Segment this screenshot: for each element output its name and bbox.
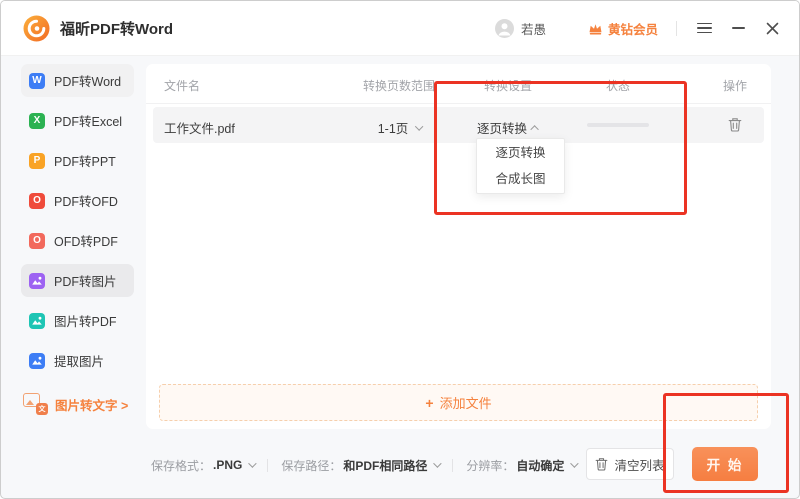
username[interactable]: 若愚 [521, 19, 546, 38]
image-to-text-icon: 文 [23, 393, 48, 415]
ofd2pdf-badge-icon: O [29, 233, 45, 249]
word-badge-icon: W [29, 73, 45, 89]
trash-icon [728, 117, 742, 132]
file-list-panel: 文件名 转换页数范围 转换设置 状态 操作 工作文件.pdf 1-1页 逐页转换… [146, 64, 771, 429]
ppt-badge-icon: P [29, 153, 45, 169]
sidebar-link-image-to-text[interactable]: 文 图片转文字 > [21, 393, 134, 415]
close-button[interactable] [761, 17, 783, 39]
chevron-up-icon [530, 125, 538, 133]
save-path-value: 和PDF相同路径 [343, 457, 427, 474]
column-status: 状态 [606, 77, 630, 94]
divider [267, 459, 268, 472]
plus-icon: + [425, 395, 433, 411]
excel-badge-icon: X [29, 113, 45, 129]
sidebar: W PDF转Word X PDF转Excel P PDF转PPT O PDF转O… [21, 64, 134, 415]
column-convert-setting: 转换设置 [484, 77, 532, 94]
minimize-button[interactable] [727, 17, 749, 39]
sidebar-item-pdf-to-word[interactable]: W PDF转Word [21, 64, 134, 97]
resolution-label: 分辨率： [466, 457, 514, 474]
divider [452, 459, 453, 472]
resolution-dropdown[interactable]: 分辨率： 自动确定 [466, 457, 576, 474]
app-window: 福昕PDF转Word 若愚 黄钻会员 [0, 0, 800, 499]
clear-list-button[interactable]: 清空列表 [586, 448, 674, 480]
column-page-range: 转换页数范围 [363, 77, 435, 94]
sidebar-item-pdf-to-ofd[interactable]: O PDF转OFD [21, 184, 134, 217]
crown-icon [588, 22, 603, 35]
sidebar-item-label: PDF转OFD [54, 191, 118, 210]
chevron-down-icon [414, 122, 422, 130]
save-path-dropdown[interactable]: 保存路径： 和PDF相同路径 [281, 457, 439, 474]
sidebar-item-label: 图片转PDF [54, 311, 117, 330]
image-badge-icon [29, 313, 45, 329]
chevron-down-icon [571, 459, 579, 467]
sidebar-item-ofd-to-pdf[interactable]: O OFD转PDF [21, 224, 134, 257]
add-file-label: 添加文件 [440, 393, 492, 412]
app-logo-icon [23, 15, 50, 42]
file-name: 工作文件.pdf [164, 118, 235, 137]
save-format-dropdown[interactable]: 保存格式： .PNG [151, 457, 254, 474]
chevron-down-icon [249, 459, 257, 467]
output-settings-bar: 保存格式： .PNG 保存路径： 和PDF相同路径 分辨率： 自动确定 [151, 450, 576, 480]
start-button[interactable]: 开 始 [692, 447, 758, 481]
user-avatar-icon[interactable] [495, 19, 514, 38]
resolution-value: 自动确定 [516, 457, 564, 474]
sidebar-item-label: PDF转图片 [54, 271, 117, 290]
sidebar-item-pdf-to-ppt[interactable]: P PDF转PPT [21, 144, 134, 177]
sidebar-item-label: OFD转PDF [54, 231, 118, 250]
column-operation: 操作 [723, 77, 747, 94]
sidebar-item-extract-images[interactable]: 提取图片 [21, 344, 134, 377]
membership-label: 黄钻会员 [608, 19, 658, 38]
image-to-text-label: 图片转文字 > [55, 395, 128, 414]
table-row: 工作文件.pdf 1-1页 逐页转换 [153, 107, 764, 143]
page-range-dropdown[interactable]: 1-1页 [378, 118, 421, 137]
sidebar-item-label: PDF转Word [54, 71, 121, 90]
convert-setting-dropdown[interactable]: 逐页转换 [477, 118, 539, 137]
sidebar-item-label: PDF转Excel [54, 111, 122, 130]
app-title: 福昕PDF转Word [60, 18, 173, 39]
sidebar-item-image-to-pdf[interactable]: 图片转PDF [21, 304, 134, 337]
title-bar: 福昕PDF转Word 若愚 黄钻会员 [1, 1, 799, 56]
ofd-badge-icon: O [29, 193, 45, 209]
save-format-label: 保存格式： [151, 457, 211, 474]
sidebar-item-label: PDF转PPT [54, 151, 116, 170]
progress-bar [587, 123, 649, 127]
close-icon [766, 22, 779, 35]
sidebar-item-label: 提取图片 [54, 351, 104, 370]
delete-file-button[interactable] [728, 117, 742, 135]
sidebar-item-pdf-to-excel[interactable]: X PDF转Excel [21, 104, 134, 137]
add-file-button[interactable]: + 添加文件 [159, 384, 758, 421]
image-badge-icon [29, 353, 45, 369]
sidebar-item-pdf-to-image[interactable]: PDF转图片 [21, 264, 134, 297]
column-filename: 文件名 [164, 77, 200, 94]
table-header: 文件名 转换页数范围 转换设置 状态 操作 [146, 64, 771, 104]
membership-link[interactable]: 黄钻会员 [588, 19, 658, 38]
chevron-down-icon [434, 459, 442, 467]
convert-setting-menu: 逐页转换 合成长图 [476, 138, 565, 194]
image-badge-icon [29, 273, 45, 289]
trash-icon [595, 457, 608, 471]
save-format-value: .PNG [213, 458, 242, 472]
menu-button[interactable] [693, 17, 715, 39]
menu-option-long-image[interactable]: 合成长图 [477, 167, 564, 191]
save-path-label: 保存路径： [281, 457, 341, 474]
menu-option-page-by-page[interactable]: 逐页转换 [477, 141, 564, 165]
titlebar-divider [676, 21, 677, 36]
clear-list-label: 清空列表 [614, 455, 664, 474]
